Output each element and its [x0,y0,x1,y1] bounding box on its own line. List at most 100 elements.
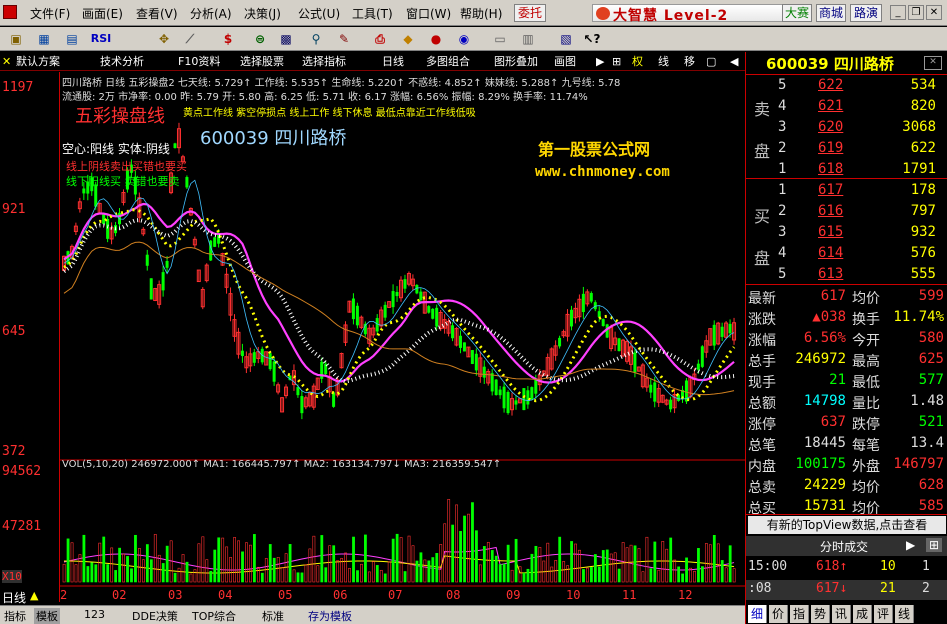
layout-icon[interactable]: ▧ [556,30,576,48]
ticks-expand-icon[interactable]: ⊞ [926,538,943,552]
candle-body [332,392,336,407]
buy-row[interactable]: 3 615 932 [746,223,947,243]
detail-tab[interactable]: 指 [790,605,809,623]
crosshair-icon[interactable]: ✥ [154,30,174,48]
tab-tech-analysis[interactable]: 技术分析 [100,53,144,70]
entrust-button[interactable]: 委托 [514,4,546,22]
menu-window[interactable]: 窗口(W) [406,5,451,22]
menu-file[interactable]: 文件(F) [30,5,70,22]
menu-decision[interactable]: 决策(J) [244,5,281,22]
grid-icon[interactable]: ▩ [276,30,296,48]
contest-button[interactable]: 大赛 [782,4,812,22]
menu-view[interactable]: 查看(V) [136,5,178,22]
menu-view-screen[interactable]: 画面(E) [82,5,123,22]
globe-icon[interactable]: ◉ [454,30,474,48]
topview-notice[interactable]: 有新的TopView数据,点击查看 [748,516,946,534]
play-icon[interactable]: ▶ [596,53,604,70]
buy-level: 3 [778,224,787,240]
volume-bar [130,568,133,583]
detail-tab[interactable]: 线 [895,605,914,623]
minimize-icon[interactable]: _ [890,5,906,20]
date-tick: 09 [506,588,521,602]
tab-standard[interactable]: 标准 [262,608,284,624]
chart-icon[interactable]: ▥ [518,30,538,48]
period-label[interactable]: 日线 [2,589,26,606]
detail-tab[interactable]: 讯 [832,605,851,623]
detail-tab[interactable]: 势 [811,605,830,623]
link-icon[interactable]: ⊜ [250,30,270,48]
tab-rights[interactable]: 权 [632,53,643,70]
tab-f10[interactable]: F10资料 [178,53,220,70]
date-tick: 2 [60,588,68,602]
tab-save-template[interactable]: 存为模板 [308,608,352,624]
rsi-icon[interactable]: RSI [88,30,114,48]
buy-row[interactable]: 1 617 178 [746,181,947,201]
dollar-icon[interactable]: $ [218,30,238,48]
stat-label: 最高 [852,354,880,370]
tab-select-stock[interactable]: 选择股票 [240,53,284,70]
sell-price: 622 [818,77,844,93]
tab-multi-chart[interactable]: 多图组合 [426,53,470,70]
sell-row[interactable]: 3 620 3068 [746,118,947,138]
watermark-url: www.chnmoney.com [535,164,670,180]
volume-bar [197,543,201,583]
plus-box-icon[interactable]: ⊞ [612,53,621,70]
volume-bar [582,569,585,583]
kline-icon[interactable]: ▦ [34,30,54,48]
detail-tab[interactable]: 价 [769,605,788,623]
volume-bar [665,548,669,583]
tab-line[interactable]: 线 [658,53,669,70]
restore-icon[interactable]: ❐ [908,5,924,20]
tab-indicator[interactable]: 指标 [4,608,26,624]
stat-label: 总卖 [748,480,776,496]
money-icon[interactable]: ● [426,30,446,48]
tab-daily[interactable]: 日线 [382,53,404,70]
detail-tab[interactable]: 评 [874,605,893,623]
open-icon[interactable]: ▣ [6,30,26,48]
roadshow-button[interactable]: 路演 [850,4,882,22]
mall-button[interactable]: 商城 [816,4,846,22]
sell-row[interactable]: 4 621 820 [746,97,947,117]
buy-row[interactable]: 2 616 797 [746,202,947,222]
volume-bar [653,541,657,583]
menu-help[interactable]: 帮助(H) [460,5,502,22]
candle-body [106,218,110,239]
tab-close-icon[interactable]: ✕ [2,53,11,70]
ruler-icon[interactable]: ⟋ [180,30,200,48]
sell-row[interactable]: 1 618 1791 [746,160,947,180]
tab-select-indicator[interactable]: 选择指标 [302,53,346,70]
detail-tab[interactable]: 成 [853,605,872,623]
cursor-help-icon[interactable]: ↖? [582,30,602,48]
note-icon[interactable]: ▭ [490,30,510,48]
bookmark-icon[interactable]: ✎ [334,30,354,48]
tab-default-scheme[interactable]: 默认方案 [16,53,60,70]
menu-analysis[interactable]: 分析(A) [190,5,232,22]
tab-dde[interactable]: DDE决策 [132,608,178,624]
menu-formula[interactable]: 公式(U) [298,5,340,22]
tab-top-composite[interactable]: TOP综合 [192,608,236,624]
diamond-icon[interactable]: ◆ [398,30,418,48]
print-icon[interactable]: ⎙ [370,30,390,48]
period-up-icon[interactable]: ▲ [30,589,38,602]
ticks-play-icon[interactable]: ▶ [906,538,915,552]
scroll-right-icon[interactable]: ◀ [730,53,738,70]
tab-overlay[interactable]: 图形叠加 [494,53,538,70]
tab-move[interactable]: 移 [684,53,695,70]
menu-tools[interactable]: 工具(T) [352,5,393,22]
tab-123[interactable]: 123 [84,608,105,621]
close-icon[interactable]: ✕ [926,5,942,20]
tab-draw[interactable]: 画图 [554,53,576,70]
tab-template[interactable]: 模板 [34,608,60,624]
volume-bar [62,563,66,583]
candle-body [649,384,653,393]
panel-close-icon[interactable]: ✕ [924,56,942,70]
sell-row[interactable]: 2 619 622 [746,139,947,159]
binoculars-icon[interactable]: ⚲ [306,30,326,48]
trend-icon[interactable]: ▤ [62,30,82,48]
detail-tab[interactable]: 细 [748,605,767,623]
window-icon[interactable]: ▢ [706,53,716,70]
buy-row[interactable]: 4 614 576 [746,244,947,264]
candle-body [482,366,486,378]
buy-row[interactable]: 5 613 555 [746,265,947,285]
sell-row[interactable]: 5 622 534 [746,76,947,96]
